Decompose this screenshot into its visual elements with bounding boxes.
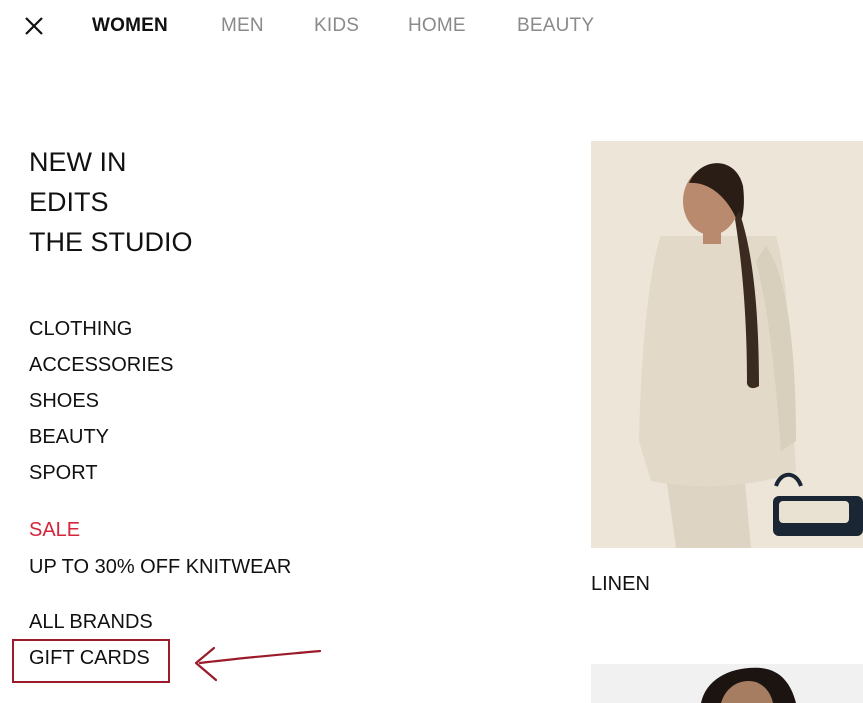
menu-item-knitwear-promo[interactable]: UP TO 30% OFF KNITWEAR — [29, 549, 291, 586]
annotation-arrow-icon — [194, 646, 322, 682]
tab-home[interactable]: HOME — [408, 14, 466, 38]
promo-caption-linen[interactable]: LINEN — [591, 571, 650, 597]
menu-item-clothing[interactable]: CLOTHING — [29, 311, 173, 347]
sale-links: SALE UP TO 30% OFF KNITWEAR — [29, 512, 291, 586]
menu-item-edits[interactable]: EDITS — [29, 182, 193, 222]
promo-image-second[interactable] — [591, 664, 863, 703]
tab-kids[interactable]: KIDS — [314, 14, 359, 38]
close-icon — [25, 17, 43, 35]
tab-women[interactable]: WOMEN — [92, 14, 168, 38]
menu-item-accessories[interactable]: ACCESSORIES — [29, 347, 173, 383]
tab-beauty[interactable]: BEAUTY — [517, 14, 594, 38]
menu-item-shoes[interactable]: SHOES — [29, 383, 173, 419]
department-tabs: WOMEN MEN KIDS HOME BEAUTY — [92, 14, 594, 38]
annotation-highlight-box — [12, 639, 170, 683]
close-button[interactable] — [22, 14, 46, 38]
promo-image-linen[interactable] — [591, 141, 863, 548]
menu-item-beauty[interactable]: BEAUTY — [29, 419, 173, 455]
model-illustration — [591, 141, 863, 548]
menu-item-all-brands[interactable]: ALL BRANDS — [29, 604, 153, 640]
primary-links: NEW IN EDITS THE STUDIO — [29, 142, 193, 262]
menu-item-sport[interactable]: SPORT — [29, 455, 173, 491]
tab-men[interactable]: MEN — [221, 14, 264, 38]
model-illustration-2 — [591, 664, 863, 703]
menu-item-sale[interactable]: SALE — [29, 512, 291, 549]
menu-item-the-studio[interactable]: THE STUDIO — [29, 222, 193, 262]
menu-item-new-in[interactable]: NEW IN — [29, 142, 193, 182]
category-links: CLOTHING ACCESSORIES SHOES BEAUTY SPORT — [29, 311, 173, 491]
